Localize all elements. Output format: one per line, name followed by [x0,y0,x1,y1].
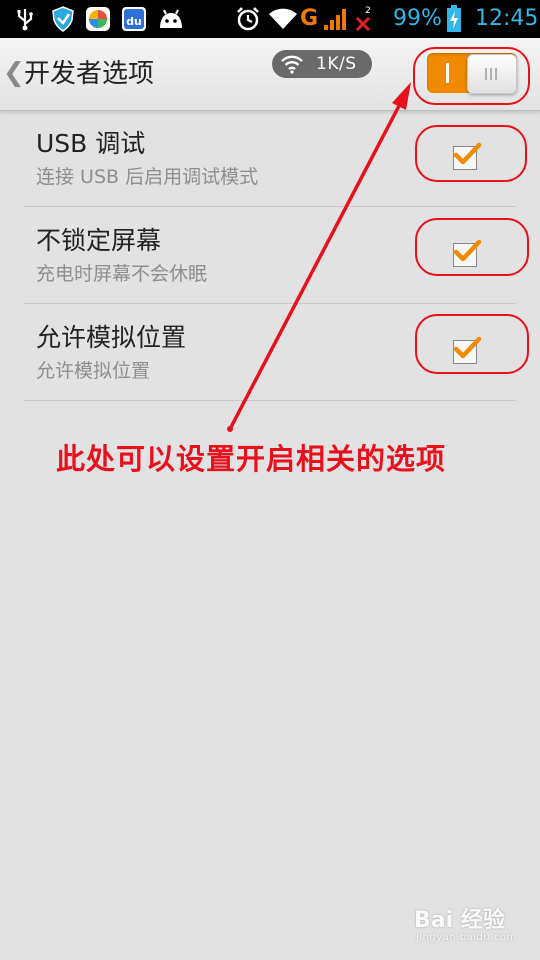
page-title: 开发者选项 [24,59,155,89]
network-speed-value: 1K/S [316,54,357,74]
watermark-main: Bai 经验 [414,908,505,933]
option-title: 允许模拟位置 [36,323,187,352]
android-icon [156,6,186,32]
status-bar: du G 2 99% 12:45 [0,0,540,38]
shield-icon [50,6,76,32]
back-chevron-icon[interactable]: ❮ [3,58,25,88]
wifi-icon [281,55,303,74]
option-subtitle: 连接 USB 后启用调试模式 [36,166,259,188]
network-speed-badge: 1K/S [272,50,372,78]
watermark-sub: jingyan.baidu.com [416,932,517,943]
annotation-ring-mock-location [415,314,529,374]
network-type: G [300,6,319,31]
annotation-ring-usb [415,125,527,182]
battery-charging-icon [445,5,463,32]
app-store-icon [84,6,112,32]
annotation-ring-toggle [413,47,530,105]
option-title: 不锁定屏幕 [36,226,162,255]
usb-icon [14,6,36,32]
annotation-text: 此处可以设置开启相关的选项 [56,442,447,476]
annotation-ring-stay-awake [415,218,529,276]
option-subtitle: 允许模拟位置 [36,360,151,382]
baidu-jingyan-watermark: Bai 经验 jingyan.baidu.com [414,902,534,954]
no-signal-icon: 2 [352,6,374,32]
svg-text:du: du [126,15,142,28]
clock: 12:45 [475,6,539,31]
sim-slot-label: 2 [365,6,371,16]
option-subtitle: 充电时屏幕不会休眠 [36,263,208,285]
wifi-icon [268,6,298,32]
baidu-icon: du [120,6,148,32]
option-title: USB 调试 [36,129,146,158]
alarm-icon [234,6,262,32]
battery-percent: 99% [393,6,442,31]
signal-icon [322,6,348,32]
